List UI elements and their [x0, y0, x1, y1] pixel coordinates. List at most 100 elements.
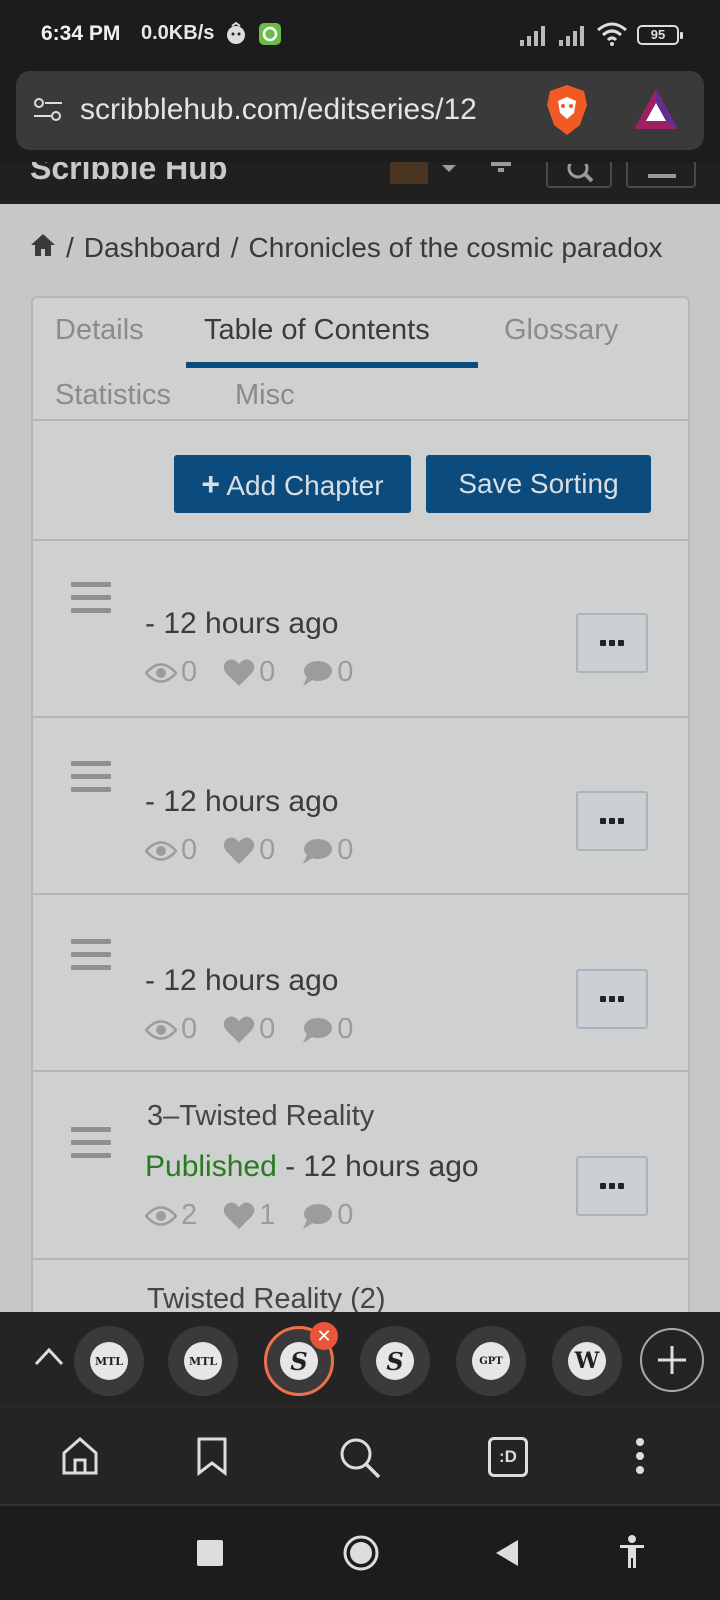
- tab-switcher-button[interactable]: :D: [488, 1437, 528, 1477]
- chapter-time: - 12 hours ago: [276, 1150, 479, 1183]
- chapter-options-button[interactable]: [576, 613, 648, 673]
- chapter-row: Twisted Reality (2): [33, 1260, 688, 1312]
- url-bar[interactable]: scribblehub.com/editseries/12: [16, 71, 704, 150]
- plus-icon: +: [201, 466, 221, 502]
- eye-icon: [145, 840, 177, 861]
- brave-rewards-icon[interactable]: [632, 87, 680, 136]
- home-button[interactable]: [342, 1534, 380, 1577]
- comments-count: 0: [337, 834, 354, 866]
- likes-count: 0: [259, 1013, 276, 1045]
- bell-icon[interactable]: [488, 162, 514, 183]
- chapter-stats: 0 0 0: [145, 1013, 379, 1046]
- views-count: 0: [181, 656, 198, 688]
- heart-icon: [223, 1016, 255, 1043]
- home-icon[interactable]: [30, 232, 56, 264]
- wifi-icon: [597, 22, 627, 51]
- drag-handle-icon[interactable]: [71, 1127, 111, 1166]
- browser-bottom-toolbar: :D: [0, 1406, 720, 1504]
- add-chapter-label: Add Chapter: [226, 470, 384, 501]
- add-chapter-button[interactable]: + Add Chapter: [174, 455, 411, 513]
- chapter-row: - 12 hours ago 0 0 0: [33, 895, 688, 1072]
- likes-count: 1: [259, 1199, 276, 1231]
- browser-tab[interactable]: W: [552, 1326, 622, 1396]
- tab-favicon-icon: GPT: [472, 1342, 510, 1380]
- comments-stat: 0: [301, 1013, 353, 1046]
- tab-favicon-icon: S: [376, 1342, 414, 1380]
- views-count: 0: [181, 834, 198, 866]
- avatar[interactable]: [390, 162, 428, 184]
- browser-toolbar: scribblehub.com/editseries/12: [0, 70, 720, 162]
- chapter-row: 3–Twisted Reality Published - 12 hours a…: [33, 1072, 688, 1260]
- chapter-time: - 12 hours ago: [145, 964, 339, 997]
- chapter-stats: 2 1 0: [145, 1199, 379, 1232]
- tab-table-of-contents[interactable]: Table of Contents: [204, 314, 430, 347]
- likes-stat: 0: [223, 834, 275, 867]
- chapter-status-line: Published - 12 hours ago: [145, 1150, 479, 1184]
- likes-count: 0: [259, 656, 276, 688]
- browser-tab[interactable]: GPT: [456, 1326, 526, 1396]
- views-count: 0: [181, 1013, 198, 1045]
- heart-icon: [223, 1202, 255, 1229]
- search-button[interactable]: [546, 162, 612, 188]
- views-stat: 0: [145, 834, 197, 867]
- likes-stat: 0: [223, 656, 275, 689]
- comments-stat: 0: [301, 1199, 353, 1232]
- tab-details[interactable]: Details: [55, 314, 144, 347]
- comment-icon: [303, 838, 333, 864]
- comments-count: 0: [337, 1013, 354, 1045]
- signal-icon: [520, 24, 550, 51]
- comment-icon: [303, 1017, 333, 1043]
- drag-handle-icon[interactable]: [71, 582, 111, 621]
- tab-favicon-icon: MTL: [90, 1342, 128, 1380]
- views-stat: 0: [145, 656, 197, 689]
- main-content: / Dashboard / Chronicles of the cosmic p…: [0, 204, 720, 1312]
- likes-stat: 0: [223, 1013, 275, 1046]
- save-sorting-button[interactable]: Save Sorting: [426, 455, 651, 513]
- browser-tab[interactable]: MTL: [74, 1326, 144, 1396]
- tab-favicon-icon: S: [280, 1342, 318, 1380]
- back-button[interactable]: [494, 1538, 520, 1573]
- comment-icon: [303, 1203, 333, 1229]
- new-tab-button[interactable]: [640, 1328, 704, 1392]
- search-icon[interactable]: [338, 1436, 382, 1485]
- recents-button[interactable]: [197, 1540, 223, 1566]
- hamburger-icon: [648, 174, 676, 178]
- url-text[interactable]: scribblehub.com/editseries/12: [80, 93, 540, 127]
- site-header: Scribble Hub: [0, 162, 720, 204]
- comment-icon: [303, 660, 333, 686]
- drag-handle-icon[interactable]: [71, 761, 111, 800]
- drag-handle-icon[interactable]: [71, 939, 111, 978]
- site-logo[interactable]: Scribble Hub: [30, 162, 227, 187]
- chevron-down-icon[interactable]: [440, 162, 458, 180]
- close-tab-icon[interactable]: ✕: [310, 1322, 338, 1350]
- chevron-up-icon[interactable]: [34, 1346, 64, 1371]
- home-icon[interactable]: [60, 1436, 100, 1481]
- browser-tab[interactable]: S: [360, 1326, 430, 1396]
- accessibility-icon[interactable]: [618, 1534, 646, 1575]
- chapter-title[interactable]: 3–Twisted Reality: [147, 1100, 374, 1133]
- chapter-options-button[interactable]: [576, 969, 648, 1029]
- browser-tab[interactable]: MTL: [168, 1326, 238, 1396]
- chapter-options-button[interactable]: [576, 791, 648, 851]
- network-speed: 0.0KB/s: [141, 22, 215, 44]
- breadcrumb-dashboard[interactable]: Dashboard: [84, 232, 221, 264]
- chapter-options-button[interactable]: [576, 1156, 648, 1216]
- breadcrumb-separator: /: [230, 232, 239, 263]
- brave-shields-icon[interactable]: [544, 83, 590, 142]
- tab-glossary[interactable]: Glossary: [504, 314, 618, 347]
- eye-icon: [145, 662, 177, 683]
- likes-stat: 1: [223, 1199, 275, 1232]
- chapter-title[interactable]: Twisted Reality (2): [147, 1283, 386, 1312]
- app-notification-icon: [258, 22, 282, 51]
- comments-stat: 0: [301, 656, 353, 689]
- site-settings-icon[interactable]: [33, 96, 63, 129]
- tab-favicon-icon: MTL: [184, 1342, 222, 1380]
- tab-statistics[interactable]: Statistics: [55, 379, 171, 412]
- bookmark-icon[interactable]: [196, 1436, 228, 1481]
- views-stat: 0: [145, 1013, 197, 1046]
- plus-icon: [658, 1346, 686, 1374]
- breadcrumb-series[interactable]: Chronicles of the cosmic paradox: [249, 232, 663, 264]
- more-options-icon[interactable]: [634, 1437, 646, 1480]
- tab-misc[interactable]: Misc: [235, 379, 295, 412]
- menu-button[interactable]: [626, 162, 696, 188]
